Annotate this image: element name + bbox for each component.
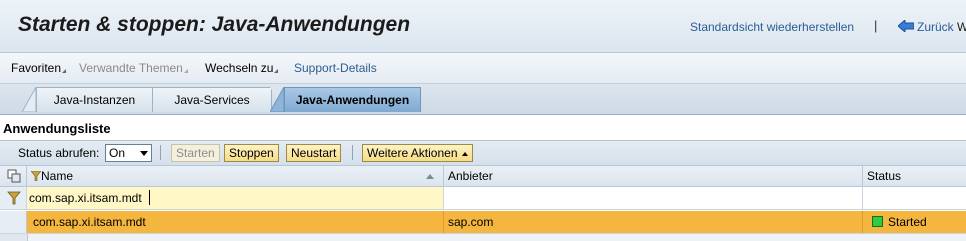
cell-vendor: sap.com [444,211,863,233]
table-row[interactable]: com.sap.xi.itsam.mdt sap.com Started [0,211,966,233]
status-filter-input[interactable] [863,187,966,209]
table-toolbar: Status abrufen: On Starten Stoppen Neust… [0,140,966,166]
row-selector[interactable] [0,211,27,233]
cell-status: Started [863,211,966,233]
header-cut-text: W [957,20,966,34]
filter-toggle-cell[interactable] [0,187,27,209]
more-actions-button[interactable]: Weitere Aktionen [362,144,473,162]
dropdown-corner-icon [183,69,188,73]
dropdown-corner-icon [62,69,67,73]
column-header-status[interactable]: Status [863,166,966,186]
filter-icon [30,170,42,182]
column-settings-cell[interactable] [0,166,27,186]
column-header-name[interactable]: Name [27,166,444,186]
table-header: Name Anbieter Status [0,166,966,187]
status-refresh-select[interactable]: On [105,144,152,162]
column-name-label: Name [41,169,74,183]
more-actions-label: Weitere Aktionen [367,146,458,160]
column-layout-icon[interactable] [7,169,21,183]
tab-java-instances[interactable]: Java-Instanzen [36,87,153,112]
cell-name: com.sap.xi.itsam.mdt [27,211,444,233]
stop-button[interactable]: Stoppen [224,144,279,162]
chevron-up-icon [461,152,468,156]
page-header: Starten & stoppen: Java-Anwendungen Stan… [0,0,966,53]
page-title: Starten & stoppen: Java-Anwendungen [18,13,411,36]
vendor-filter-input[interactable] [444,187,863,209]
menu-favorites-label: Favoriten [11,61,62,75]
filter-icon[interactable] [7,191,21,205]
filter-row: com.sap.xi.itsam.mdt [0,187,966,210]
tab-strip: Java-Instanzen Java-Services Java-Anwend… [0,84,966,115]
back-link[interactable]: Zurück W [917,20,966,34]
start-button[interactable]: Starten [171,144,220,162]
header-separator: | [874,18,878,33]
text-cursor [149,190,150,205]
tab-edge-shape [270,87,284,112]
toolbar-divider [160,145,161,160]
back-arrow-icon[interactable] [898,20,914,32]
sort-ascending-icon[interactable] [426,174,434,179]
application-list-title: Anwendungsliste [3,121,111,136]
toolbar-divider [352,145,353,160]
restart-button[interactable]: Neustart [286,144,342,162]
menu-bar: Favoriten Verwandte Themen Wechseln zu S… [0,53,966,84]
menu-support-details[interactable]: Support-Details [294,61,377,75]
name-filter-input[interactable]: com.sap.xi.itsam.mdt [27,187,444,209]
tab-java-services[interactable]: Java-Services [152,87,272,112]
menu-switch-to-label: Wechseln zu [205,61,274,75]
dropdown-corner-icon [274,69,279,73]
back-link-label: Zurück [917,20,954,34]
status-text: Started [888,215,927,229]
tab-edge-shape [22,87,36,112]
status-refresh-label: Status abrufen: [18,146,100,160]
tab-java-applications[interactable]: Java-Anwendungen [284,87,421,112]
status-green-icon [872,216,883,227]
chevron-down-icon [140,151,148,156]
restore-view-link[interactable]: Standardsicht wiederherstellen [690,20,854,34]
menu-related-topics-label: Verwandte Themen [79,61,183,75]
menu-switch-to[interactable]: Wechseln zu [205,61,279,75]
menu-favorites[interactable]: Favoriten [11,61,67,75]
column-header-vendor[interactable]: Anbieter [444,166,863,186]
status-refresh-value: On [109,146,126,160]
name-filter-value: com.sap.xi.itsam.mdt [29,191,142,205]
menu-related-topics[interactable]: Verwandte Themen [79,61,188,75]
